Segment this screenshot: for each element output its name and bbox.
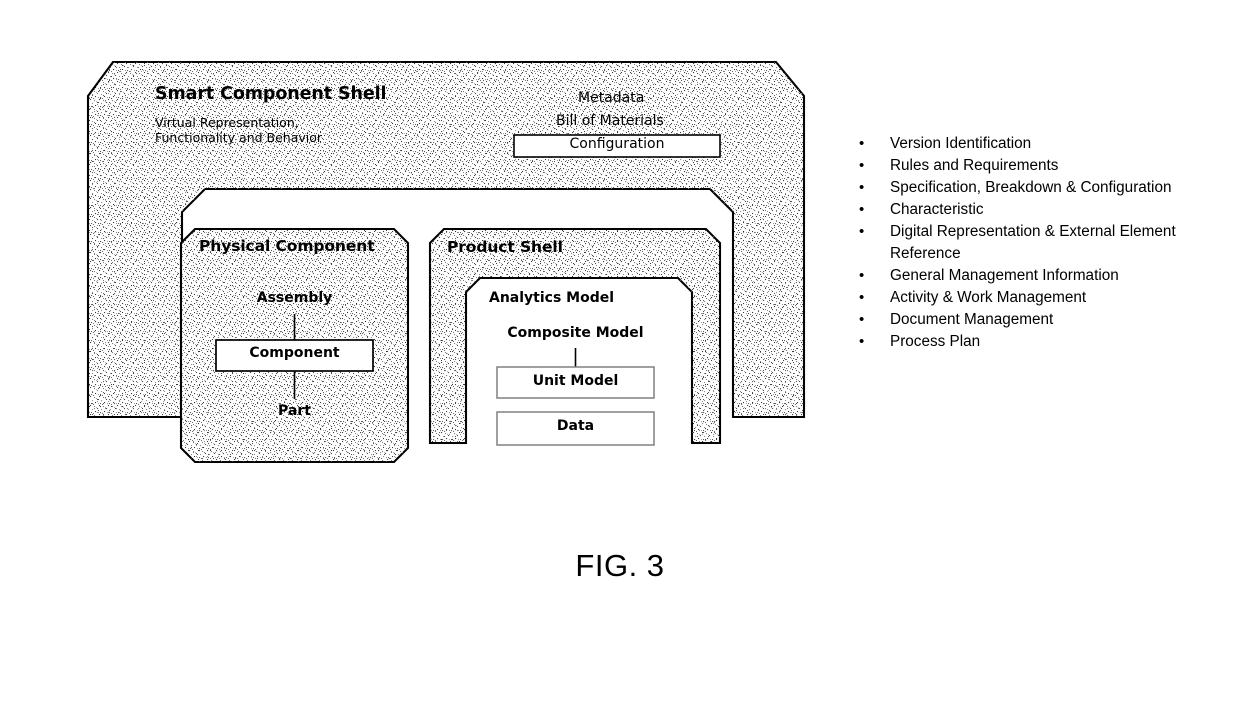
list-item: General Management Information — [855, 265, 1185, 287]
smart-component-shell-subtitle: Virtual Representation, Functionality an… — [155, 115, 323, 146]
part-label: Part — [278, 403, 311, 419]
attributes-bullet-list: Version Identification Rules and Require… — [855, 132, 1185, 353]
data-box-label: Data — [556, 418, 595, 434]
physical-component-title: Physical Component — [199, 237, 375, 255]
analytics-model-label: Analytics Model — [489, 290, 615, 306]
configuration-box-label: Configuration — [569, 136, 665, 152]
bill-of-materials-label: Bill of Materials — [556, 113, 664, 129]
bullet-list-items: Version Identification Rules and Require… — [855, 132, 1185, 353]
list-item: Specification, Breakdown & Configuration — [855, 177, 1185, 199]
assembly-label: Assembly — [256, 290, 333, 306]
list-item: Digital Representation & External Elemen… — [855, 221, 1185, 265]
list-item: Characteristic — [855, 199, 1185, 221]
component-box-label: Component — [249, 345, 340, 361]
list-item: Document Management — [855, 309, 1185, 331]
list-item: Process Plan — [855, 331, 1185, 353]
subtitle-line-2: Functionality and Behavior — [155, 129, 323, 145]
list-item: Version Identification — [855, 132, 1185, 155]
smart-component-shell-title: Smart Component Shell — [155, 84, 387, 104]
product-shell-title: Product Shell — [447, 238, 563, 256]
architecture-diagram — [86, 60, 806, 464]
figure-caption: FIG. 3 — [575, 548, 665, 583]
metadata-label: Metadata — [578, 90, 645, 106]
list-item: Rules and Requirements — [855, 155, 1185, 177]
figure-canvas: Smart Component Shell Virtual Representa… — [0, 0, 1240, 720]
subtitle-line-1: Virtual Representation, — [155, 115, 299, 130]
list-item: Activity & Work Management — [855, 287, 1185, 309]
composite-model-label: Composite Model — [507, 325, 644, 341]
unit-model-box-label: Unit Model — [532, 373, 619, 389]
